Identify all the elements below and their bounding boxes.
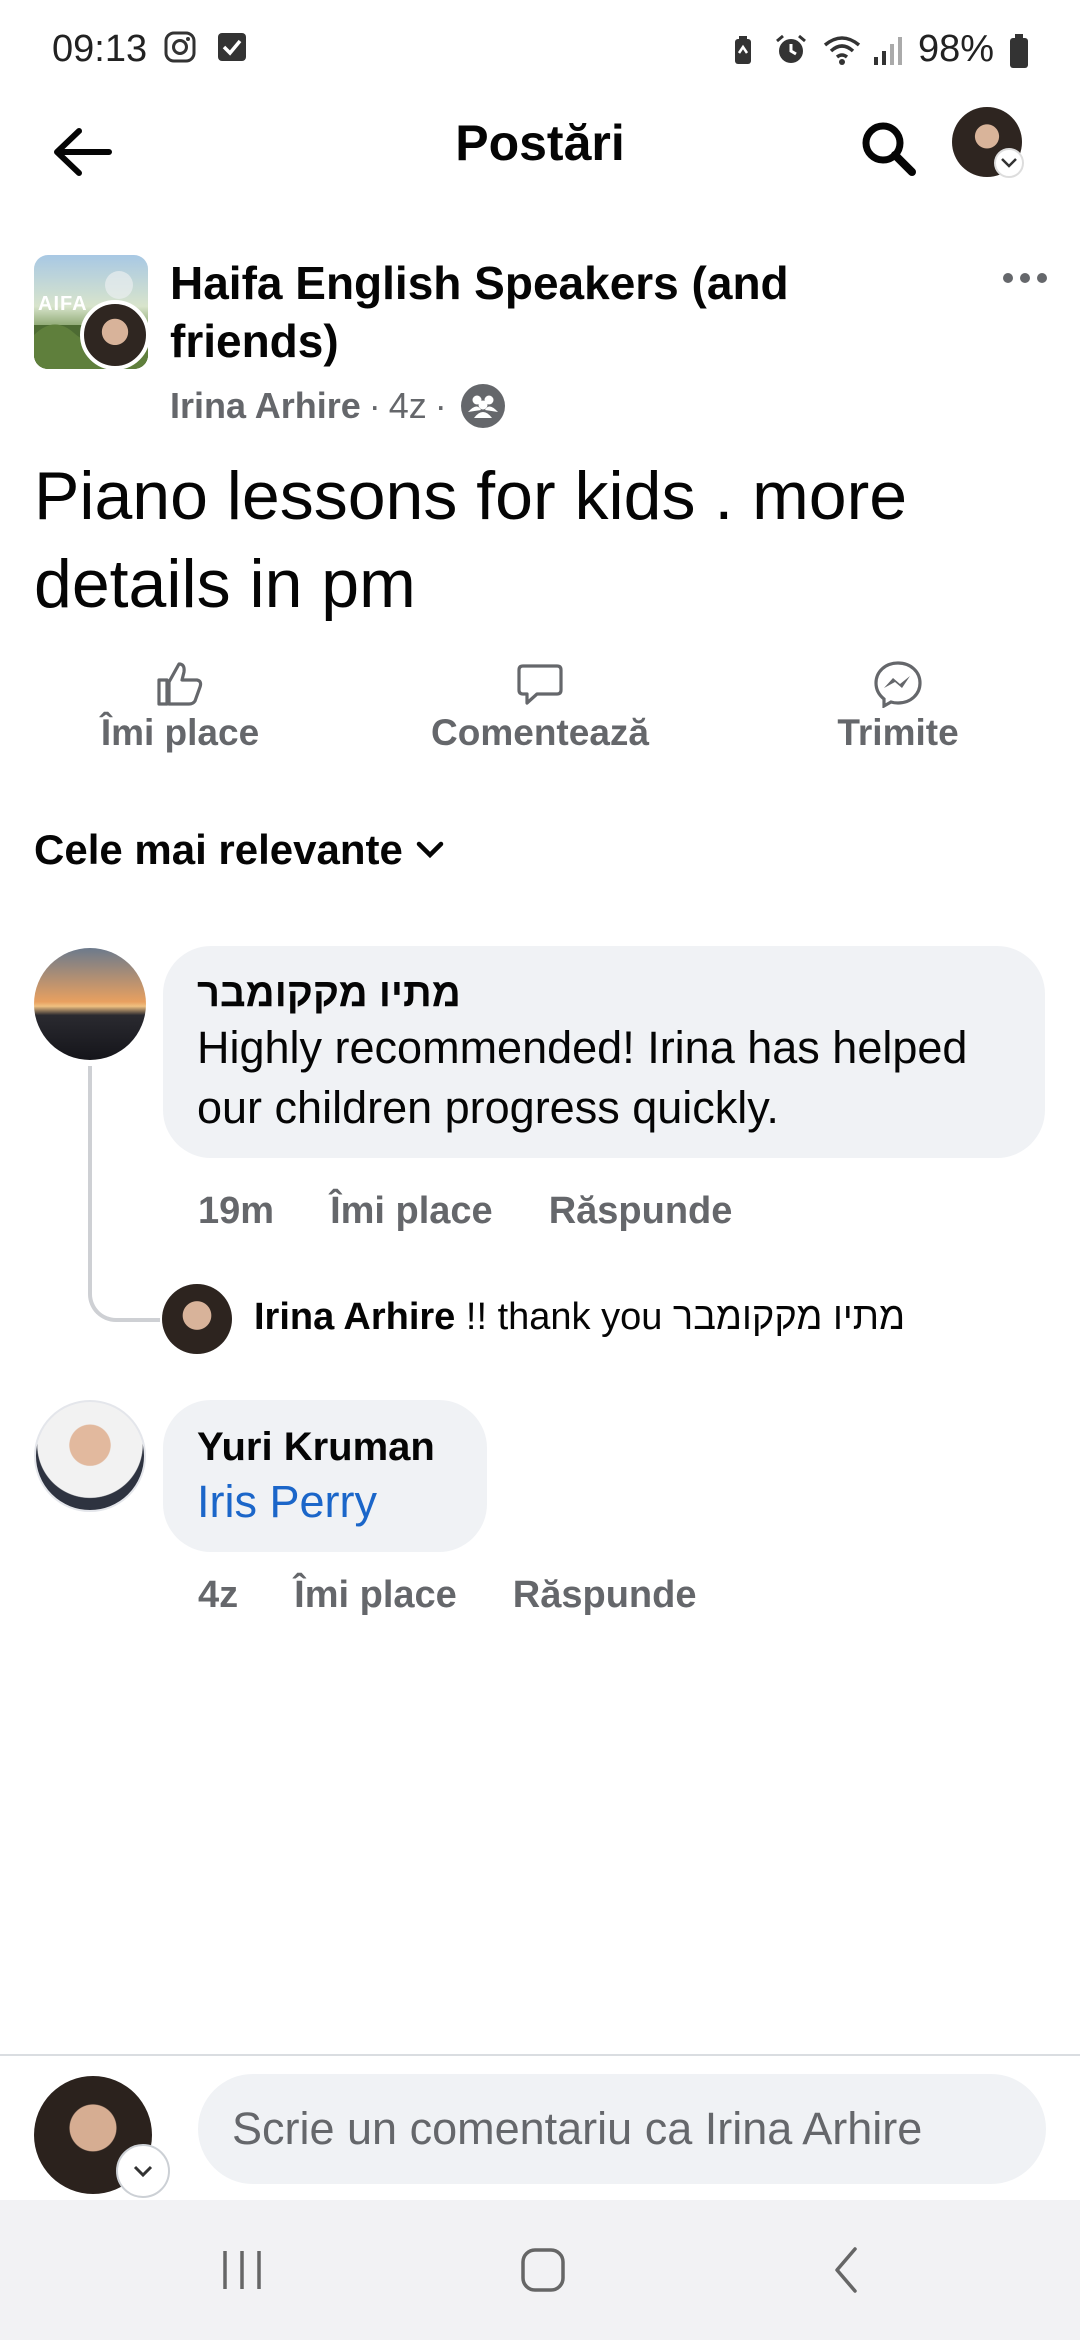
comment-composer xyxy=(0,2054,1080,2200)
reply-preview[interactable]: Irina Arhire !! thank you מתיו מקקומבר xyxy=(254,1296,905,1339)
comment-author[interactable]: מתיו מקקומבר xyxy=(197,968,1011,1018)
reply-avatar[interactable] xyxy=(162,1284,232,1354)
comment-time[interactable]: 4z xyxy=(198,1574,238,1617)
signal-icon xyxy=(870,33,904,67)
like-label: Îmi place xyxy=(100,712,260,753)
search-icon xyxy=(862,122,916,176)
reply-author[interactable]: Irina Arhire xyxy=(254,1296,455,1338)
comment-like-button[interactable]: Îmi place xyxy=(294,1574,457,1617)
post-author[interactable]: Irina Arhire xyxy=(170,385,361,427)
comment-time[interactable]: 19m xyxy=(198,1190,274,1233)
like-button[interactable]: Îmi place xyxy=(30,660,330,770)
comment-bubble[interactable]: Yuri Kruman Iris Perry xyxy=(163,1400,487,1552)
group-icon xyxy=(460,384,505,428)
status-time: 09:13 xyxy=(52,28,148,70)
reply-text: !! thank you מתיו מקקומבר xyxy=(465,1296,906,1338)
chevron-down-icon[interactable] xyxy=(116,2144,170,2198)
comment-input[interactable] xyxy=(198,2074,1046,2184)
comment-sort-dropdown[interactable]: Cele mai relevante xyxy=(34,826,447,874)
chevron-down-icon xyxy=(416,841,444,859)
more-options-button[interactable] xyxy=(990,258,1060,298)
home-icon xyxy=(521,2248,565,2292)
sort-label: Cele mai relevante xyxy=(34,826,403,873)
wifi-icon xyxy=(822,33,861,67)
recent-apps-button[interactable] xyxy=(192,2230,292,2310)
post-time[interactable]: 4z xyxy=(389,385,427,427)
alarm-icon xyxy=(774,33,808,67)
battery-percentage: 98% xyxy=(917,28,994,70)
search-button[interactable] xyxy=(848,108,928,188)
comment-reply-button[interactable]: Răspunde xyxy=(549,1190,733,1233)
comment-like-button[interactable]: Îmi place xyxy=(330,1190,493,1233)
comment-reply-button[interactable]: Răspunde xyxy=(513,1574,697,1617)
instagram-icon xyxy=(163,30,197,64)
comment-actions: 4z Îmi place Răspunde xyxy=(198,1574,752,1617)
post-action-bar: Îmi place Comentează Trimite xyxy=(0,660,1080,770)
poster-avatar[interactable] xyxy=(80,300,150,370)
group-name[interactable]: Haifa English Speakers (and friends) xyxy=(170,254,870,370)
meta-separator: · xyxy=(434,385,447,426)
comment-button[interactable]: Comentează xyxy=(390,660,690,770)
comment-actions: 19m Îmi place Răspunde xyxy=(198,1190,788,1233)
comment-author[interactable]: Yuri Kruman xyxy=(197,1422,453,1472)
status-bar: 09:13 98% xyxy=(0,0,1080,100)
post-text: Piano lessons for kids . more details in… xyxy=(34,458,908,622)
chevron-left-icon xyxy=(835,2247,857,2293)
send-button[interactable]: Trimite xyxy=(748,660,1048,770)
home-button[interactable] xyxy=(493,2230,593,2310)
recent-apps-icon xyxy=(223,2251,261,2289)
check-icon xyxy=(215,30,249,64)
comment-bubble[interactable]: מתיו מקקומבר Highly recommended! Irina h… xyxy=(163,946,1045,1158)
messenger-icon xyxy=(874,661,922,708)
meta-separator: · xyxy=(368,385,381,426)
group-thumb-text: AIFA xyxy=(38,293,88,315)
battery-icon xyxy=(1008,33,1030,68)
reply-thread-line xyxy=(88,1066,160,1322)
thumbs-up-icon xyxy=(157,662,203,706)
tagged-user-link[interactable]: Iris Perry xyxy=(197,1472,453,1532)
post-meta: Irina Arhire · 4z · xyxy=(170,384,505,428)
system-navigation-bar xyxy=(0,2200,1080,2340)
commenter-avatar[interactable] xyxy=(34,1400,146,1512)
comment-label: Comentează xyxy=(431,712,649,753)
app-header: Postări xyxy=(0,100,1080,200)
system-back-button[interactable] xyxy=(796,2230,896,2310)
chevron-down-icon[interactable] xyxy=(994,148,1024,178)
send-label: Trimite xyxy=(837,712,959,753)
comment-icon xyxy=(517,664,563,705)
commenter-avatar[interactable] xyxy=(34,948,146,1060)
battery-saver-icon xyxy=(726,33,760,67)
comment-text: Highly recommended! Irina has helped our… xyxy=(197,1022,968,1133)
